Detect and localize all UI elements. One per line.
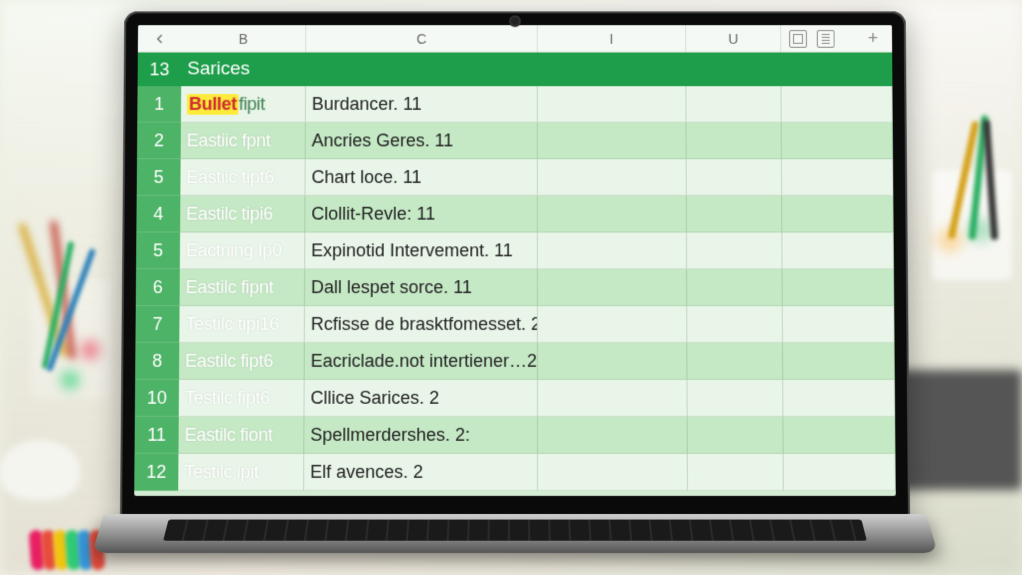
column-header-row: B C I U + — [138, 25, 892, 53]
cell-u[interactable] — [687, 269, 783, 306]
cell-c[interactable]: Clollit-Revle: 11 — [305, 196, 538, 233]
table-row: 10 Testilc fipt6 Cllice Sarices. 2 — [135, 380, 895, 417]
cell-u[interactable] — [688, 417, 784, 454]
table-row: 11 Eastilc fiont Spellmerdershes. 2: — [135, 417, 896, 454]
table-row: 7 Testilc tipi16 Rcfisse de brasktfomess… — [135, 306, 894, 343]
cell-rest[interactable] — [783, 306, 895, 343]
cell-b[interactable]: Eastiic fpnt — [181, 123, 306, 160]
table-row: 5 Eastiic tipt6 Chart loce. 11 — [137, 159, 894, 196]
row-number[interactable]: 5 — [136, 233, 180, 270]
column-header-b[interactable]: B — [181, 25, 306, 52]
row-number[interactable]: 1 — [137, 86, 181, 122]
cell-b[interactable]: Bullet fipit — [181, 86, 306, 122]
cell-rest[interactable] — [782, 233, 894, 270]
cell-b[interactable]: Eactning Ip0 — [180, 233, 305, 270]
cell-i[interactable] — [538, 123, 687, 160]
title-row-number[interactable]: 13 — [138, 59, 182, 80]
cell-c[interactable]: Elf avences. 2 — [304, 454, 538, 491]
table-row: 12 Testilc ipit Elf avences. 2 — [134, 454, 896, 491]
cell-u[interactable] — [687, 306, 783, 343]
cell-c[interactable]: Cllice Sarices. 2 — [304, 380, 537, 417]
spreadsheet-app: B C I U + 13 Sarices 1 Bullet fipit Burd… — [134, 25, 896, 496]
back-icon[interactable] — [138, 34, 182, 44]
cell-b[interactable]: Eastilc fipnt — [180, 269, 306, 306]
cell-b[interactable]: Testilc fipt6 — [179, 380, 305, 417]
view-icon-b[interactable] — [817, 30, 835, 48]
cell-u[interactable] — [687, 233, 783, 270]
cell-i[interactable] — [538, 86, 687, 122]
cell-u[interactable] — [687, 343, 783, 380]
cell-rest[interactable] — [783, 343, 895, 380]
cell-i[interactable] — [538, 417, 688, 454]
cell-b[interactable]: Testilc ipit — [178, 454, 304, 491]
table-row: 6 Eastilc fipnt Dall lespet sorce. 11 — [136, 269, 894, 306]
cell-u[interactable] — [687, 380, 783, 417]
title-cell[interactable]: Sarices — [181, 59, 892, 81]
row-number[interactable]: 4 — [136, 196, 180, 233]
cell-c[interactable]: Spellmerdershes. 2: — [304, 417, 538, 454]
cell-rest[interactable] — [781, 86, 892, 122]
cell-rest[interactable] — [782, 159, 893, 196]
laptop: B C I U + 13 Sarices 1 Bullet fipit Burd… — [120, 8, 910, 568]
table-row: 4 Eastilc tipi6 Clollit-Revle: 11 — [136, 196, 893, 233]
cell-b[interactable]: Testilc tipi16 — [179, 306, 305, 343]
cell-c[interactable]: Burdancer. 11 — [306, 86, 538, 122]
cell-i[interactable] — [538, 380, 688, 417]
cell-u[interactable] — [686, 86, 781, 122]
title-row: 13 Sarices — [138, 53, 893, 86]
row-number[interactable]: 2 — [137, 123, 181, 160]
column-header-u[interactable]: U — [686, 25, 781, 52]
cell-c[interactable]: Eacriclade.not intertiener…2 — [305, 343, 538, 380]
cell-u[interactable] — [687, 123, 782, 160]
cell-rest[interactable] — [783, 380, 895, 417]
cell-c[interactable]: Rcfisse de brasktfomesset. 21 — [305, 306, 538, 343]
row-number[interactable]: 8 — [135, 343, 179, 380]
cell-i[interactable] — [538, 233, 687, 270]
view-icon-a[interactable] — [789, 30, 807, 48]
cell-b[interactable]: Eastiic tipt6 — [180, 159, 305, 196]
table-row: 8 Eastilc fipt6 Eacriclade.not intertien… — [135, 343, 895, 380]
cell-c[interactable]: Dall lespet sorce. 11 — [305, 269, 538, 306]
grid-body: 1 Bullet fipit Burdancer. 11 2 Eastiic f… — [134, 86, 896, 496]
cell-rest[interactable] — [782, 196, 894, 233]
cell-u[interactable] — [687, 159, 782, 196]
cell-b[interactable]: Eastilc fiont — [178, 417, 304, 454]
cell-rest[interactable] — [783, 269, 895, 306]
cell-i[interactable] — [538, 306, 687, 343]
cell-i[interactable] — [538, 454, 688, 491]
cell-i[interactable] — [538, 343, 688, 380]
row-number[interactable]: 5 — [137, 159, 181, 196]
cell-c[interactable]: Ancries Geres. 11 — [306, 123, 538, 160]
webcam — [511, 17, 519, 25]
cell-b[interactable]: Eastilc tipi6 — [180, 196, 305, 233]
column-header-c[interactable]: C — [306, 25, 538, 52]
table-row: 1 Bullet fipit Burdancer. 11 — [137, 86, 892, 122]
cell-rest[interactable] — [783, 417, 895, 454]
row-number[interactable]: 7 — [135, 306, 179, 343]
cell-b[interactable]: Eastilc fipt6 — [179, 343, 305, 380]
cell-i[interactable] — [538, 196, 687, 233]
table-row: 2 Eastiic fpnt Ancries Geres. 11 — [137, 123, 893, 160]
column-header-i[interactable]: I — [538, 25, 686, 52]
cell-i[interactable] — [538, 269, 687, 306]
row-number[interactable]: 12 — [134, 454, 178, 491]
cell-rest[interactable] — [782, 123, 893, 160]
row-number[interactable]: 11 — [135, 417, 179, 454]
cell-c[interactable]: Chart loce. 11 — [305, 159, 537, 196]
cell-rest[interactable] — [784, 454, 896, 491]
table-row: 5 Eactning Ip0 Expinotid Intervement. 11 — [136, 233, 894, 270]
laptop-keyboard — [92, 514, 937, 553]
add-column-icon[interactable]: + — [868, 28, 879, 49]
cell-i[interactable] — [538, 159, 687, 196]
row-number[interactable]: 10 — [135, 380, 179, 417]
cell-u[interactable] — [687, 196, 783, 233]
cell-u[interactable] — [688, 454, 784, 491]
cell-c[interactable]: Expinotid Intervement. 11 — [305, 233, 538, 270]
row-number[interactable]: 6 — [136, 269, 180, 306]
